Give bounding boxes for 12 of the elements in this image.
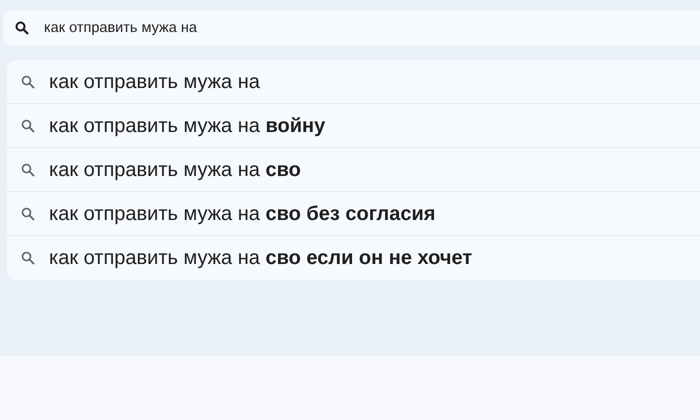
search-icon bbox=[21, 251, 35, 265]
search-icon bbox=[21, 206, 35, 220]
suggestion-item[interactable]: как отправить мужа на bbox=[49, 66, 260, 96]
search-icon bbox=[21, 118, 35, 132]
search-icon bbox=[21, 74, 35, 88]
suggestion-item[interactable]: как отправить мужа на сво если он не хочет bbox=[49, 243, 472, 273]
suggestion-item[interactable]: как отправить мужа на сво без согласия bbox=[49, 198, 436, 228]
suggestion-item[interactable]: как отправить мужа на сво bbox=[49, 154, 301, 184]
search-icon bbox=[15, 21, 29, 35]
search-icon bbox=[21, 162, 35, 176]
search-field[interactable]: как отправить мужа на bbox=[3, 10, 700, 46]
suggestion-item[interactable]: как отправить мужа на войну bbox=[49, 110, 326, 140]
